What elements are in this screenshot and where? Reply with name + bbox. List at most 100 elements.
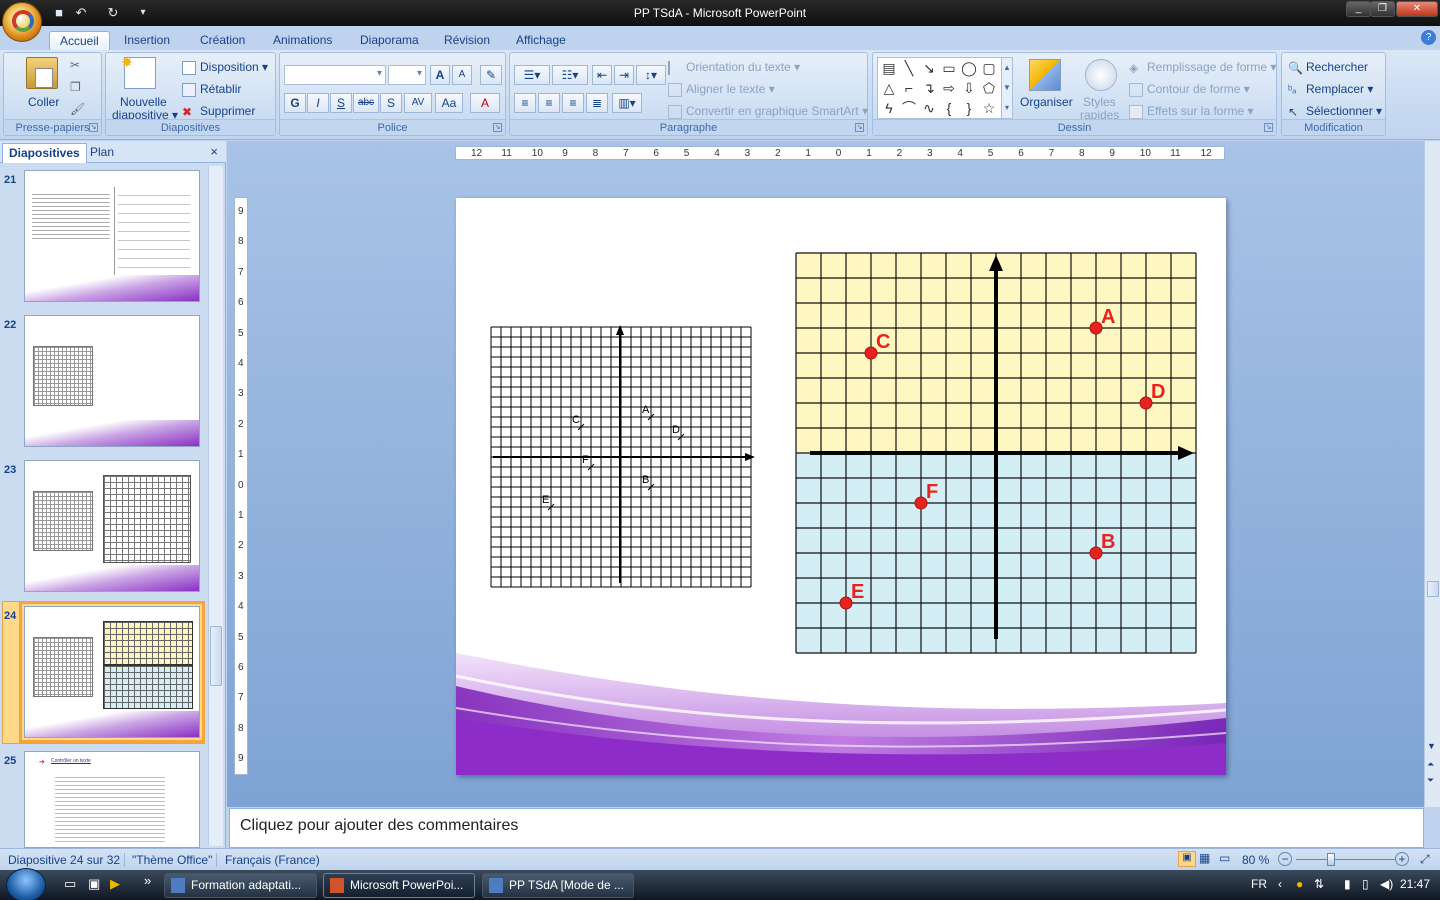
zoom-level[interactable]: 80 % xyxy=(1242,853,1269,867)
volume-icon[interactable]: ◀) xyxy=(1380,877,1393,891)
slide-thumbnail-22[interactable] xyxy=(24,315,200,447)
taskbar-button-pp-tsda[interactable]: PP TSdA [Mode de ... xyxy=(482,873,634,898)
normal-view-icon[interactable]: ▣ xyxy=(1178,851,1196,867)
slides-pane-scroll-thumb[interactable] xyxy=(210,626,222,686)
help-icon[interactable]: ? xyxy=(1421,30,1436,45)
arc-shape-icon[interactable]: ⌒ xyxy=(900,99,918,117)
tab-revision[interactable]: Révision xyxy=(434,31,500,50)
clear-format-icon[interactable]: ✎ xyxy=(480,65,502,85)
delete-slide-button[interactable]: ✖ Supprimer xyxy=(182,103,255,119)
slide-thumbnail-24[interactable] xyxy=(19,601,205,743)
underline-button[interactable]: S xyxy=(330,93,352,113)
font-color-button[interactable]: A xyxy=(470,93,500,113)
curve-shape-icon[interactable]: ∿ xyxy=(920,99,938,117)
shape-effects-button[interactable]: Effets sur la forme ▾ xyxy=(1129,103,1254,119)
paste-icon[interactable] xyxy=(26,57,58,89)
slide-canvas[interactable]: A B C D E F A B C D E F xyxy=(456,198,1226,775)
increase-indent-icon[interactable]: ⇥ xyxy=(614,65,634,85)
shapes-gallery-scroll[interactable]: ▲ ▼ ▾ xyxy=(1001,57,1013,119)
reset-button[interactable]: Rétablir xyxy=(182,81,241,97)
clipboard-launcher[interactable]: ↘ xyxy=(89,123,98,132)
fit-window-icon[interactable]: ⤢ xyxy=(1420,852,1430,867)
slides-pane-scrollbar[interactable] xyxy=(208,166,223,846)
paragraph-launcher[interactable]: ↘ xyxy=(855,123,864,132)
theme-name[interactable]: "Thème Office" xyxy=(132,853,212,867)
zoom-slider-thumb[interactable] xyxy=(1327,853,1335,866)
right-arrow-shape-icon[interactable]: ⇨ xyxy=(940,79,958,97)
slide-thumbnail-25[interactable]: ➔ Contrôler un texte xyxy=(24,751,200,848)
right-brace-icon[interactable]: } xyxy=(960,99,978,117)
arrange-icon[interactable] xyxy=(1029,59,1061,91)
align-right-icon[interactable]: ≡ xyxy=(562,93,584,113)
slideshow-view-icon[interactable]: ▭ xyxy=(1219,851,1230,865)
oval-shape-icon[interactable]: ◯ xyxy=(960,59,978,77)
slide-sorter-icon[interactable]: ▦ xyxy=(1199,851,1210,865)
textbox-shape-icon[interactable]: ▤ xyxy=(880,59,898,77)
lightning-shape-icon[interactable]: ϟ xyxy=(880,99,898,117)
line-shape-icon[interactable]: ╲ xyxy=(900,59,918,77)
columns-icon[interactable]: ▥▾ xyxy=(612,93,642,113)
tab-slides[interactable]: Diapositives xyxy=(2,143,87,163)
align-text-button[interactable]: Aligner le texte ▾ xyxy=(668,81,775,97)
shadow-button[interactable]: S xyxy=(380,93,402,113)
down-arrow-shape-icon[interactable]: ⇩ xyxy=(960,79,978,97)
pane-close-icon[interactable]: × xyxy=(210,144,218,159)
tab-animations[interactable]: Animations xyxy=(263,31,342,50)
tab-affichage[interactable]: Affichage xyxy=(506,31,576,50)
rectangle-shape-icon[interactable]: ▭ xyxy=(940,59,958,77)
slide-scrollbar[interactable]: ▼ ⏶ ⏷ xyxy=(1424,141,1440,807)
office-button[interactable] xyxy=(2,2,42,42)
text-direction-button[interactable]: Orientation du texte ▾ xyxy=(668,59,800,75)
taskbar-button-powerpoint[interactable]: Microsoft PowerPoi... xyxy=(323,873,475,898)
slide-thumbnail-23[interactable] xyxy=(24,460,200,592)
paste-button[interactable]: Coller xyxy=(28,94,59,110)
zoom-in-icon[interactable]: + xyxy=(1395,852,1409,866)
previous-slide-icon[interactable]: ⏶ xyxy=(1427,759,1434,770)
shapes-gallery[interactable]: ▤ ╲ ↘ ▭ ◯ ▢ △ ⌐ ↴ ⇨ ⇩ ⬠ ϟ ⌒ ∿ { } ☆ xyxy=(877,57,1007,119)
elbow-arrow-icon[interactable]: ↴ xyxy=(920,79,938,97)
network-icon[interactable]: ⇅ xyxy=(1314,877,1324,891)
align-center-icon[interactable]: ≡ xyxy=(538,93,560,113)
layout-button[interactable]: Disposition ▾ xyxy=(182,59,268,75)
rounded-rect-shape-icon[interactable]: ▢ xyxy=(980,59,998,77)
format-painter-icon[interactable]: 🖌 xyxy=(70,101,85,117)
arrow-line-shape-icon[interactable]: ↘ xyxy=(920,59,938,77)
close-button[interactable]: ✕ xyxy=(1396,1,1438,17)
italic-button[interactable]: I xyxy=(307,93,329,113)
replace-button[interactable]: ᵇₐ Remplacer ▾ xyxy=(1288,81,1373,97)
change-case-button[interactable]: Aa xyxy=(435,93,463,113)
media-player-icon[interactable]: ▶ xyxy=(110,876,120,892)
new-slide-icon[interactable]: ✸ xyxy=(121,54,156,89)
bold-button[interactable]: G xyxy=(284,93,306,113)
freeform-shape-icon[interactable]: ⬠ xyxy=(980,79,998,97)
taskbar-button-word[interactable]: Formation adaptati... xyxy=(164,873,317,898)
elbow-connector-icon[interactable]: ⌐ xyxy=(900,79,918,97)
cut-icon[interactable]: ✂ xyxy=(70,57,80,73)
font-name-combo[interactable] xyxy=(284,65,386,85)
notes-pane[interactable]: Cliquez pour ajouter des commentaires xyxy=(229,808,1424,848)
tab-outline[interactable]: Plan xyxy=(84,143,120,163)
drawing-launcher[interactable]: ↘ xyxy=(1264,123,1273,132)
strikethrough-button[interactable]: abc xyxy=(353,93,379,113)
grow-font-button[interactable]: A xyxy=(430,65,450,85)
line-spacing-icon[interactable]: ↕▾ xyxy=(636,65,666,85)
triangle-shape-icon[interactable]: △ xyxy=(880,79,898,97)
star-shape-icon[interactable]: ☆ xyxy=(980,99,998,117)
tab-accueil[interactable]: Accueil xyxy=(49,31,110,50)
start-button[interactable] xyxy=(6,868,46,900)
device-icon[interactable]: ▮ xyxy=(1344,877,1351,891)
tray-expand-icon[interactable]: ‹ xyxy=(1278,877,1282,891)
scroll-down-icon[interactable]: ▼ xyxy=(1427,741,1436,751)
zoom-slider-track[interactable] xyxy=(1296,859,1396,860)
shrink-font-button[interactable]: A xyxy=(452,65,472,85)
tab-insertion[interactable]: Insertion xyxy=(114,31,180,50)
slide-thumbnail-21[interactable] xyxy=(24,170,200,302)
left-brace-icon[interactable]: { xyxy=(940,99,958,117)
convert-smartart-button[interactable]: Convertir en graphique SmartArt ▾ xyxy=(668,103,868,119)
shape-fill-button[interactable]: ◈ Remplissage de forme ▾ xyxy=(1129,59,1276,75)
font-size-combo[interactable] xyxy=(388,65,426,85)
arrange-button[interactable]: Organiser xyxy=(1020,94,1073,110)
select-button[interactable]: ↖ Sélectionner ▾ xyxy=(1288,103,1382,119)
tab-diaporama[interactable]: Diaporama xyxy=(350,31,429,50)
tab-creation[interactable]: Création xyxy=(190,31,255,50)
